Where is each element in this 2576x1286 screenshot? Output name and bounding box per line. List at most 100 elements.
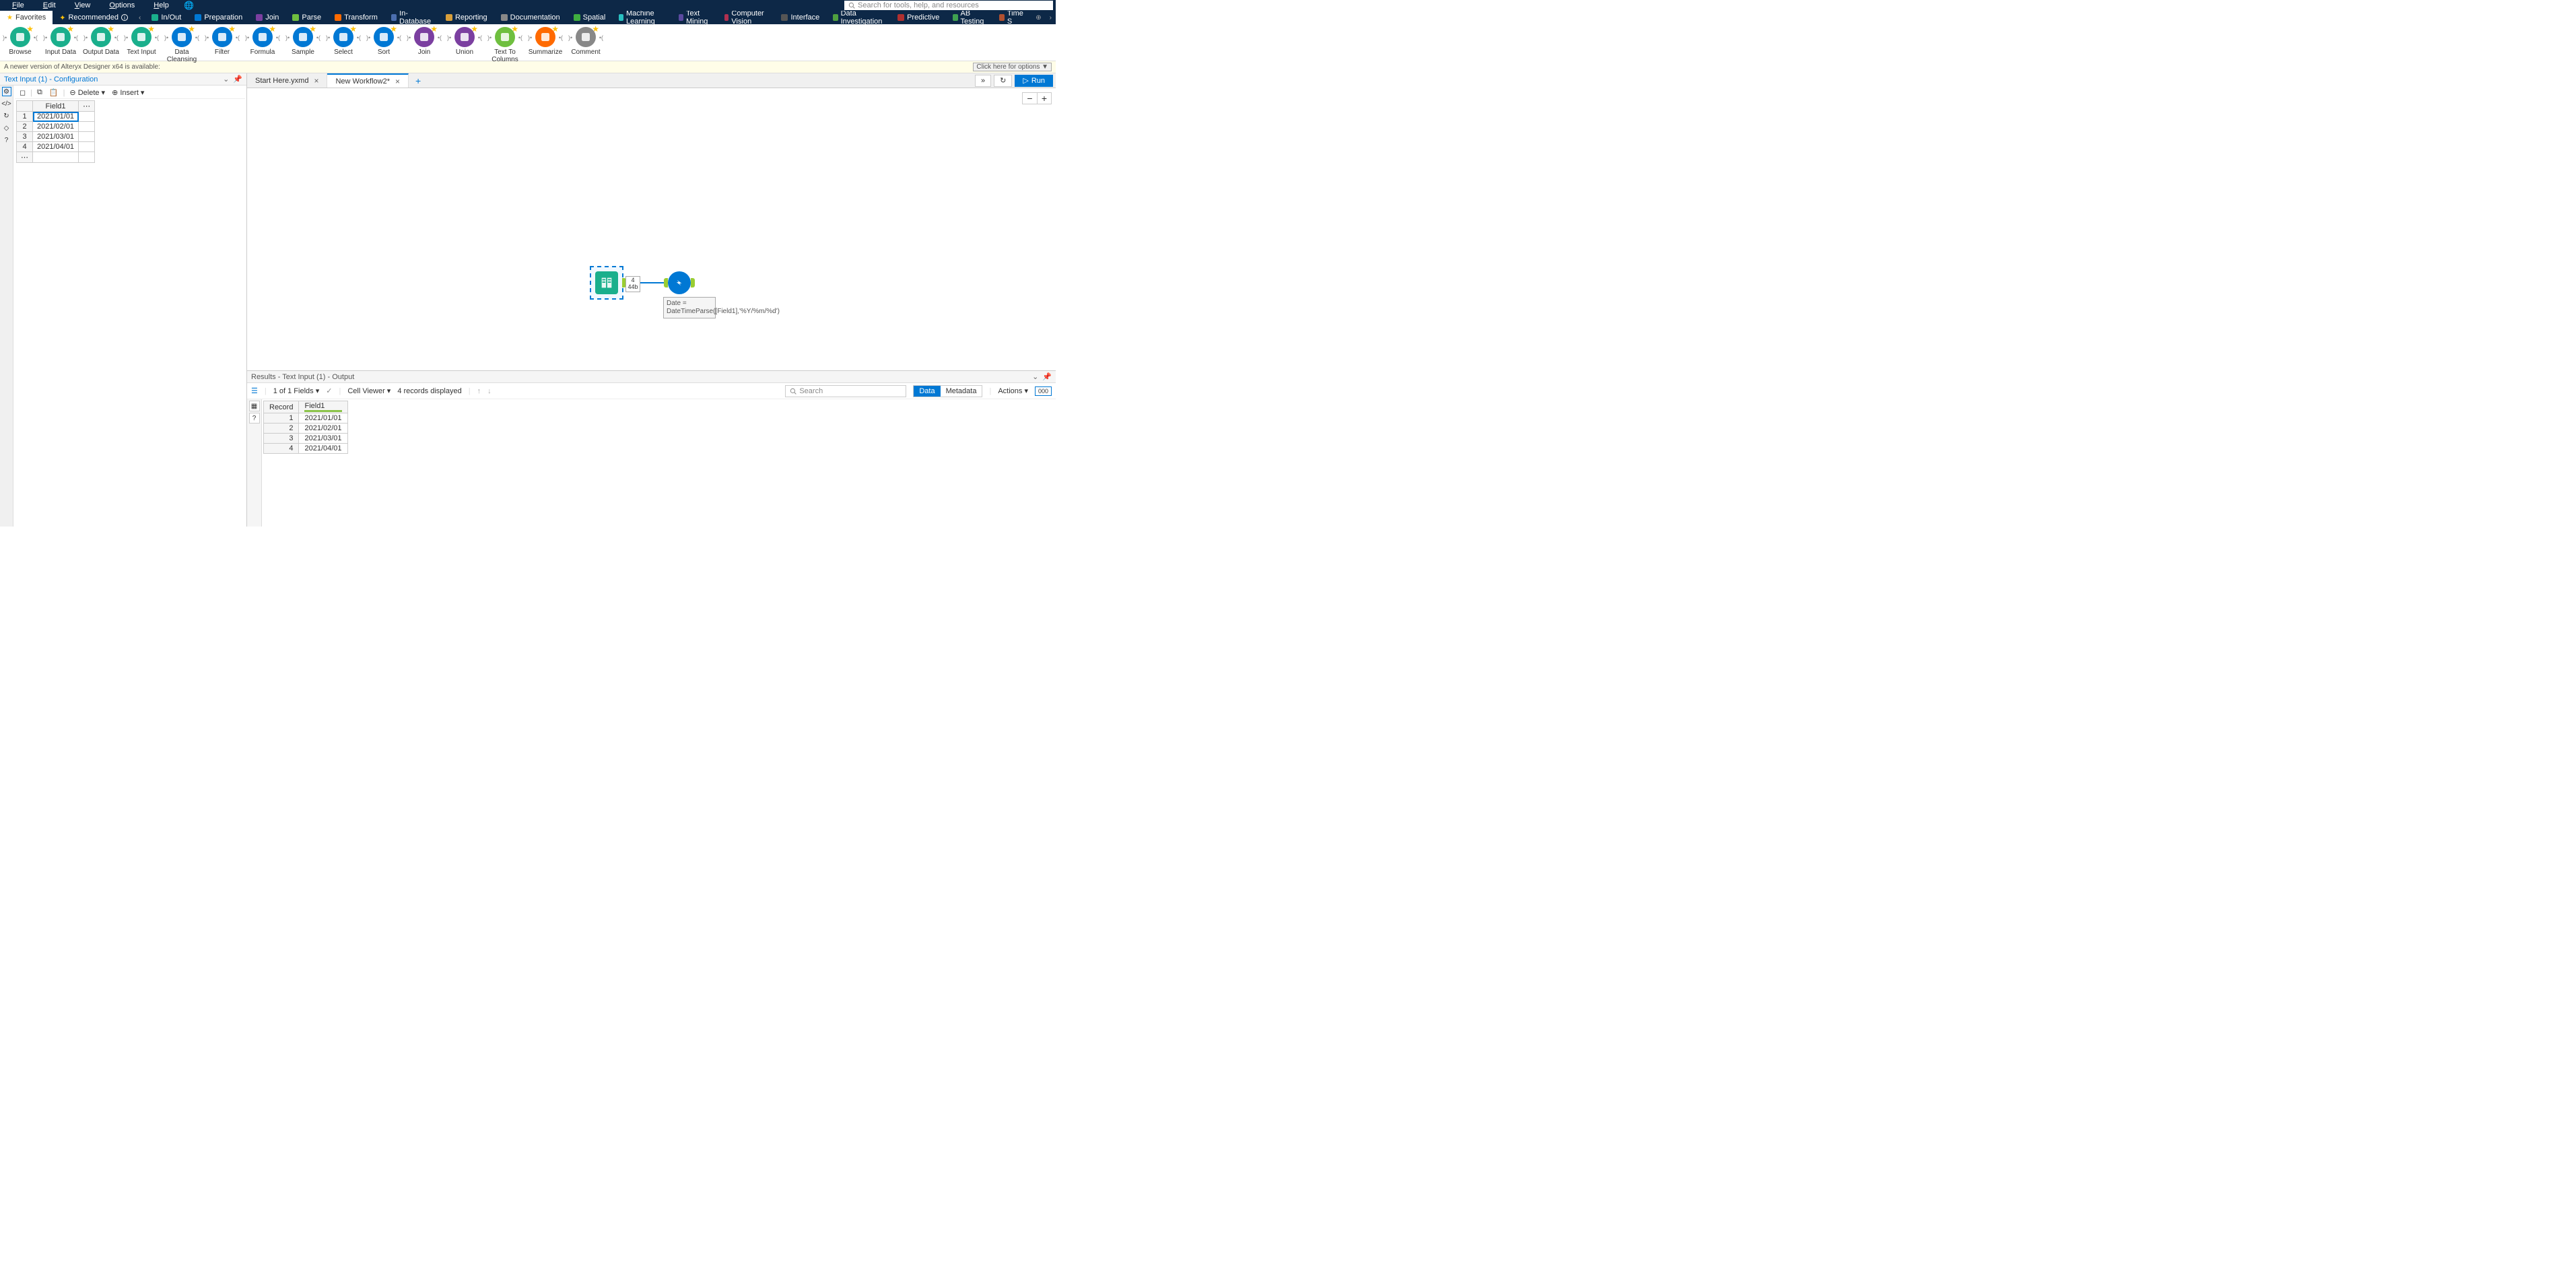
cell[interactable]: 2021/02/01 [33, 122, 79, 132]
cat-computer-vision[interactable]: Computer Vision [718, 11, 775, 24]
tool-formula[interactable]: )•★•(Formula [242, 26, 283, 56]
cat-data-investigation[interactable]: Data Investigation [826, 11, 891, 24]
pin-icon[interactable]: 📌 [1042, 372, 1052, 381]
menu-view[interactable]: View [65, 1, 100, 9]
cat-recommended[interactable]: ✦ Recommended i [53, 11, 135, 24]
output-connector-icon: •( [518, 34, 522, 41]
tool-summarize[interactable]: )•★•(Summarize [525, 26, 566, 56]
history-button[interactable]: ↻ [994, 75, 1012, 87]
zoom-out-button[interactable]: − [1022, 92, 1037, 104]
column-header[interactable]: Field1 [33, 101, 79, 112]
delete-button[interactable]: ⊖ Delete ▾ [67, 88, 107, 97]
cat-interface[interactable]: Interface [774, 11, 826, 24]
cell[interactable]: 2021/04/01 [33, 142, 79, 152]
tool-text-to-columns[interactable]: )•★•(Text To Columns [485, 26, 525, 63]
tool-sort[interactable]: )•★•(Sort [364, 26, 404, 56]
cat-time-s[interactable]: Time S [992, 11, 1031, 24]
column-field1[interactable]: Field1 [299, 401, 347, 413]
menu-icon[interactable]: ☰ [251, 386, 258, 395]
tool-output-data[interactable]: )•★•(Output Data [81, 26, 121, 56]
tool-text-input[interactable]: )•★•(Text Input [121, 26, 162, 56]
cell[interactable]: 2021/01/01 [33, 112, 79, 122]
cat-predictive[interactable]: Predictive [891, 11, 946, 24]
fields-dropdown[interactable]: 1 of 1 Fields ▾ [273, 386, 320, 395]
cell[interactable]: 2021/03/01 [33, 132, 79, 142]
node-formula[interactable] [668, 271, 691, 294]
workflow-canvas[interactable]: − + 4 44b Date = DateTim [247, 88, 1056, 370]
tool-select[interactable]: )•★•(Select [323, 26, 364, 56]
config-tab-xml[interactable]: </> [2, 99, 11, 108]
globe-icon[interactable]: 🌐 [184, 1, 194, 10]
menu-help[interactable]: Help [144, 1, 178, 9]
results-view-table[interactable]: ▦ [249, 401, 260, 411]
cell[interactable]: 2021/01/01 [299, 413, 347, 424]
chevron-left-icon[interactable]: ‹ [135, 14, 145, 22]
menu-options[interactable]: Options [100, 1, 144, 9]
tool-filter[interactable]: )•★•(Filter [202, 26, 242, 56]
tool-join[interactable]: )•★•(Join [404, 26, 444, 56]
overflow-button[interactable]: » [975, 75, 991, 87]
add-tab-button[interactable]: + [409, 75, 428, 86]
tab-start-here[interactable]: Start Here.yxmd × [247, 73, 327, 88]
cell[interactable]: 2021/02/01 [299, 424, 347, 434]
cell-viewer-dropdown[interactable]: Cell Viewer ▾ [347, 386, 391, 395]
paste-button[interactable]: 📋 [47, 88, 61, 97]
config-tab-refresh[interactable]: ↻ [2, 111, 11, 121]
cat-machine-learning[interactable]: Machine Learning [612, 11, 672, 24]
cat-preparation[interactable]: Preparation [188, 11, 249, 24]
config-tab-help[interactable]: ? [2, 135, 11, 145]
cat-reporting[interactable]: Reporting [439, 11, 494, 24]
tool-data-cleansing[interactable]: )•★•(Data Cleansing [162, 26, 202, 63]
tool-union[interactable]: )•★•(Union [444, 26, 485, 56]
actions-dropdown[interactable]: Actions ▾ [998, 386, 1028, 395]
results-data-grid[interactable]: Record Field1 12021/01/01 22021/02/01 32… [262, 399, 349, 527]
toggle-data[interactable]: Data [914, 386, 940, 397]
toggle-metadata[interactable]: Metadata [941, 386, 982, 397]
node-text-input[interactable] [590, 266, 623, 300]
cat-spatial[interactable]: Spatial [567, 11, 613, 24]
cell[interactable]: 2021/03/01 [299, 434, 347, 444]
insert-button[interactable]: ⊕ Insert ▾ [110, 88, 146, 97]
menu-edit[interactable]: Edit [34, 1, 65, 9]
config-tab-tag[interactable]: ◇ [2, 123, 11, 133]
tool-browse[interactable]: )•★•(Browse [0, 26, 40, 56]
close-icon[interactable]: × [314, 76, 318, 86]
tab-new-workflow[interactable]: New Workflow2* × [327, 73, 409, 88]
cat-join[interactable]: Join [249, 11, 285, 24]
cat-favorites[interactable]: ★ Favorites [0, 11, 53, 24]
tool-sample[interactable]: )•★•(Sample [283, 26, 323, 56]
global-search[interactable]: Search for tools, help, and resources [844, 1, 1053, 10]
output-anchor[interactable] [691, 278, 695, 287]
add-icon[interactable]: ⊕ [1031, 14, 1045, 22]
copy-button[interactable]: ⧉ [35, 88, 44, 97]
notification-options-button[interactable]: Click here for options ▼ [973, 63, 1052, 71]
zoom-in-button[interactable]: + [1037, 92, 1052, 104]
cat-transform[interactable]: Transform [328, 11, 384, 24]
cat-text-mining[interactable]: Text Mining [672, 11, 717, 24]
check-icon[interactable]: ✓ [326, 386, 332, 395]
menu-file[interactable]: File [3, 1, 34, 9]
config-tab-settings[interactable]: ⚙ [2, 87, 11, 96]
cat-ab-testing[interactable]: AB Testing [946, 11, 992, 24]
row-count-box[interactable]: 000 [1035, 386, 1052, 396]
config-data-grid[interactable]: Field1⋯ 12021/01/01 22021/02/01 32021/03… [16, 100, 244, 163]
chevron-down-icon[interactable]: ⌄ [1032, 372, 1038, 381]
import-button[interactable]: ◻ [18, 88, 28, 97]
close-icon[interactable]: × [395, 77, 400, 86]
chevron-down-icon[interactable]: ⌄ [223, 75, 229, 83]
cat-in-database[interactable]: In-Database [384, 11, 439, 24]
tool-input-data[interactable]: )•★•(Input Data [40, 26, 81, 56]
pin-icon[interactable]: 📌 [233, 75, 242, 83]
arrow-down-icon[interactable]: ↓ [487, 387, 492, 395]
cell[interactable]: 2021/04/01 [299, 444, 347, 454]
chevron-right-icon[interactable]: › [1046, 14, 1056, 22]
results-view-help[interactable]: ? [249, 413, 260, 424]
column-record[interactable]: Record [264, 401, 299, 413]
cat-documentation[interactable]: Documentation [494, 11, 567, 24]
arrow-up-icon[interactable]: ↑ [477, 387, 481, 395]
run-button[interactable]: ▷ Run [1015, 75, 1053, 87]
cat-in-out[interactable]: In/Out [145, 11, 188, 24]
tool-comment[interactable]: )•★•(Comment [566, 26, 606, 56]
results-search[interactable]: Search [785, 385, 906, 397]
cat-parse[interactable]: Parse [285, 11, 328, 24]
